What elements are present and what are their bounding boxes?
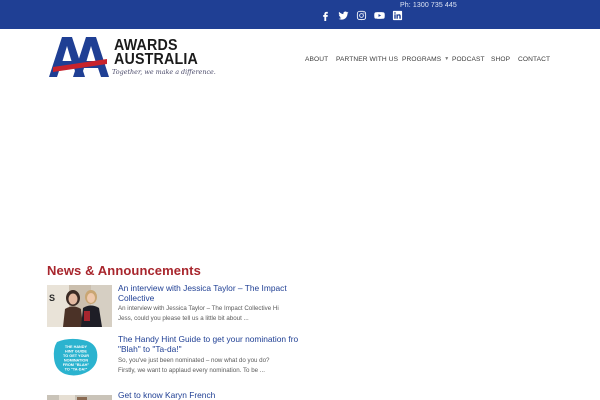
linkedin-icon[interactable]: [391, 9, 403, 21]
logo-tagline: Together, we make a difference.: [112, 68, 216, 76]
post-thumbnail-graphic[interactable]: THE HANDY HINT GUIDE TO GET YOUR NOMINAT…: [47, 336, 112, 378]
nav-item-shop[interactable]: SHOP: [491, 56, 510, 63]
news-post: THE HANDY HINT GUIDE TO GET YOUR NOMINAT…: [47, 336, 307, 380]
instagram-icon[interactable]: [355, 9, 367, 21]
svg-text:NOMINATION: NOMINATION: [64, 359, 88, 363]
facebook-icon[interactable]: [319, 9, 331, 21]
post-title-link[interactable]: An interview with Jessica Taylor – The I…: [118, 285, 307, 303]
post-thumbnail-image: [47, 395, 112, 400]
nav-item-about[interactable]: ABOUT: [305, 56, 328, 63]
post-excerpt: An interview with Jessica Taylor – The I…: [118, 305, 279, 322]
post-thumbnail-photo[interactable]: [47, 391, 112, 400]
post-title-link[interactable]: The Handy Hint Guide to get your nominat…: [118, 336, 307, 354]
site-header: AWARDS AUSTRALIA Together, we make a dif…: [0, 29, 600, 89]
hero-area: [0, 89, 600, 254]
news-post: S An interview with Jessica Taylor – The…: [47, 285, 307, 329]
svg-text:HINT GUIDE: HINT GUIDE: [65, 350, 87, 354]
top-bar: Ph: 1300 735 445: [0, 0, 600, 29]
nav-item-contact[interactable]: CONTACT: [518, 56, 550, 63]
news-post: Get to know Karyn French: [47, 391, 307, 400]
post-excerpt: So, you've just been nominated – now wha…: [118, 357, 270, 374]
nav-item-partner-with-us[interactable]: PARTNER WITH US: [336, 56, 398, 63]
news-section-title: News & Announcements: [47, 263, 201, 278]
chevron-down-icon: ▼: [444, 56, 450, 62]
site-logo[interactable]: AWARDS AUSTRALIA Together, we make a dif…: [49, 35, 216, 79]
svg-text:TO "TA-DA!": TO "TA-DA!": [65, 368, 88, 372]
nav-item-podcast[interactable]: PODCAST: [452, 56, 485, 63]
logo-aa-mark: [49, 37, 109, 77]
post-thumbnail-photo[interactable]: S: [47, 285, 112, 327]
svg-text:THE HANDY: THE HANDY: [65, 345, 88, 349]
youtube-icon[interactable]: [373, 9, 385, 21]
nav-item-programs[interactable]: PROGRAMS ▼: [402, 56, 449, 63]
twitter-icon[interactable]: [337, 9, 349, 21]
post-thumbnail-image: THE HANDY HINT GUIDE TO GET YOUR NOMINAT…: [47, 336, 112, 378]
svg-text:S: S: [49, 293, 55, 303]
post-title-link[interactable]: Get to know Karyn French: [118, 391, 307, 400]
logo-word-australia: AUSTRALIA: [114, 51, 199, 68]
post-thumbnail-image: S: [47, 285, 112, 327]
phone-number[interactable]: Ph: 1300 735 445: [400, 2, 457, 9]
svg-text:FROM "BLAH": FROM "BLAH": [63, 363, 90, 367]
svg-text:TO GET YOUR: TO GET YOUR: [63, 354, 89, 358]
